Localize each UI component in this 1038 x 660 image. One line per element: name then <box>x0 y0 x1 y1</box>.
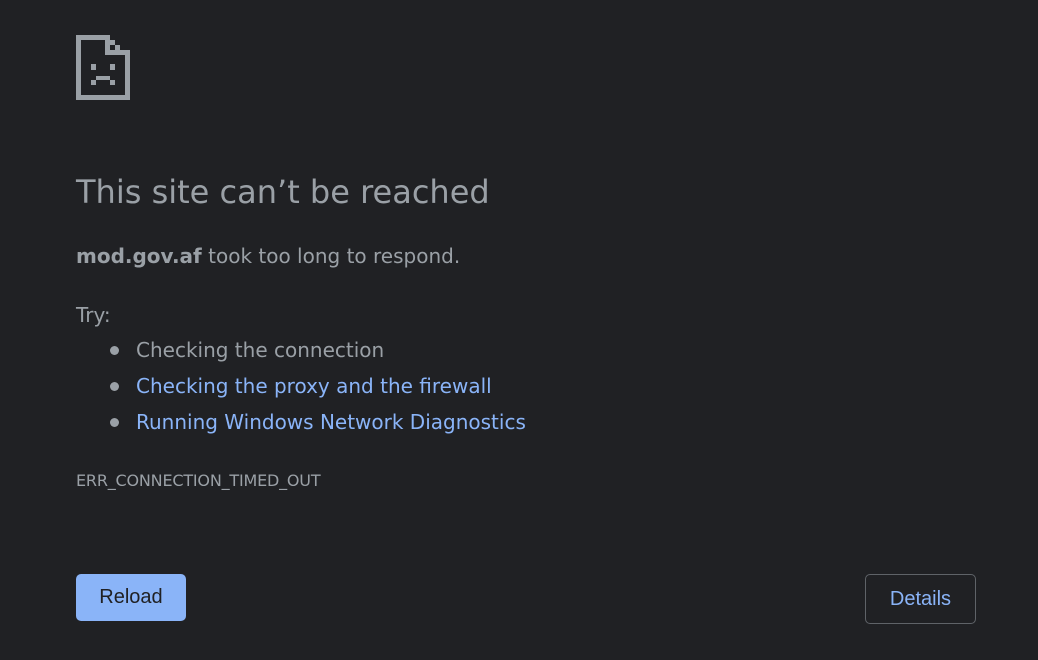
network-diagnostics-link[interactable]: Running Windows Network Diagnostics <box>136 410 526 434</box>
reload-button[interactable]: Reload <box>76 574 186 621</box>
error-message: took too long to respond. <box>201 244 461 268</box>
try-label: Try: <box>76 303 111 327</box>
error-summary: mod.gov.af took too long to respond. <box>76 242 460 270</box>
error-code: ERR_CONNECTION_TIMED_OUT <box>76 471 321 490</box>
error-host: mod.gov.af <box>76 244 202 268</box>
suggestion-check-connection: Checking the connection <box>76 335 526 371</box>
suggestions-list: Checking the connection Checking the pro… <box>76 335 526 443</box>
suggestion-check-proxy: Checking the proxy and the firewall <box>76 371 526 407</box>
check-proxy-link[interactable]: Checking the proxy and the firewall <box>136 374 492 398</box>
details-button[interactable]: Details <box>865 574 976 624</box>
page-title: This site can’t be reached <box>76 173 490 211</box>
suggestion-text: Checking the connection <box>136 338 385 362</box>
suggestion-network-diagnostics: Running Windows Network Diagnostics <box>76 407 526 443</box>
sad-page-icon <box>76 35 130 100</box>
bullet-icon <box>110 418 119 427</box>
bullet-icon <box>110 346 119 355</box>
bullet-icon <box>110 382 119 391</box>
